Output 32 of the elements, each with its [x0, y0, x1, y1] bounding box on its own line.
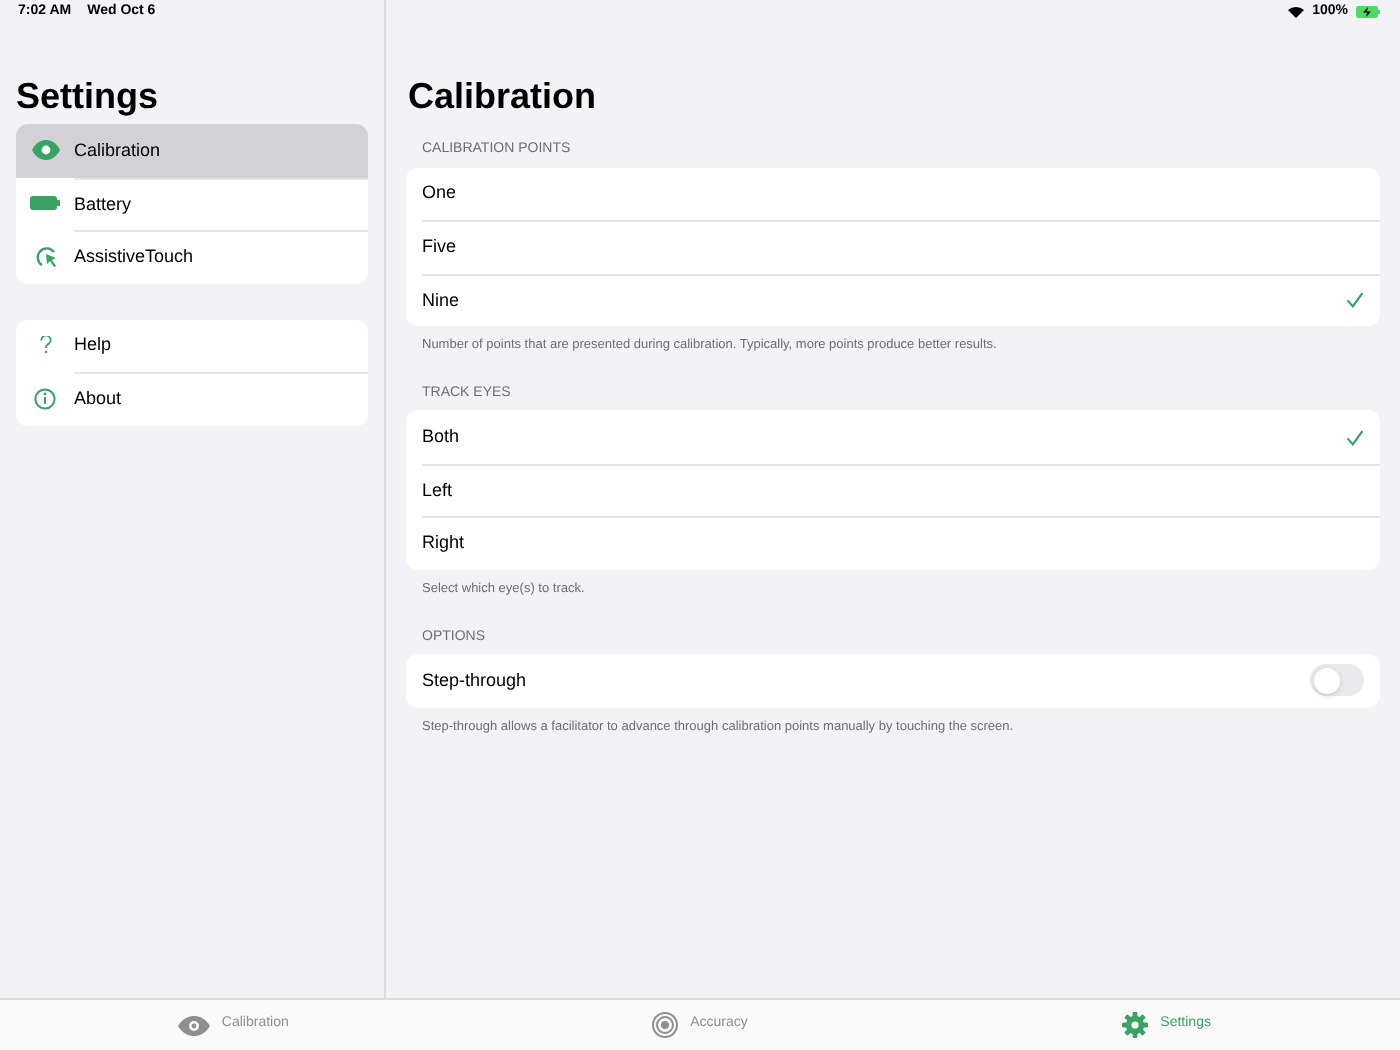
- sidebar-item[interactable]: Battery: [16, 177, 368, 230]
- question-icon: [39, 336, 51, 355]
- option-label: Both: [422, 423, 462, 450]
- option-label: Five: [422, 234, 459, 260]
- info-icon: [34, 387, 56, 410]
- option-row[interactable]: Five: [422, 220, 1380, 273]
- option-row[interactable]: Left: [422, 463, 1380, 517]
- sidebar-title: Settings: [16, 74, 161, 118]
- eye-icon: [31, 140, 59, 161]
- option-row[interactable]: Right: [422, 516, 1380, 570]
- sidebar-item[interactable]: AssistiveTouch: [16, 230, 368, 283]
- eye-icon: [177, 1015, 210, 1035]
- sidebar-item[interactable]: About: [16, 372, 368, 425]
- option-label: One: [422, 180, 459, 206]
- option-row[interactable]: One: [422, 167, 1380, 220]
- wifi-icon: [1288, 6, 1305, 18]
- battery-icon: [30, 196, 60, 211]
- option-label: Right: [422, 530, 467, 557]
- sidebar-item[interactable]: Help: [16, 319, 368, 372]
- page-title: Calibration: [406, 74, 599, 118]
- option-row[interactable]: Step-through: [422, 654, 1380, 707]
- sidebar-item[interactable]: Calibration: [16, 124, 368, 177]
- option-label: Step-through: [422, 667, 529, 694]
- target-icon: [652, 1012, 679, 1038]
- touch-icon: [33, 244, 57, 269]
- option-label: Nine: [422, 287, 462, 313]
- option-row[interactable]: Nine: [422, 273, 1380, 326]
- option-row[interactable]: Both: [422, 410, 1380, 464]
- gear-icon: [1122, 1012, 1149, 1038]
- option-label: Left: [422, 477, 455, 504]
- toggle-switch[interactable]: [1310, 664, 1364, 697]
- battery-charging-icon: [1356, 6, 1380, 18]
